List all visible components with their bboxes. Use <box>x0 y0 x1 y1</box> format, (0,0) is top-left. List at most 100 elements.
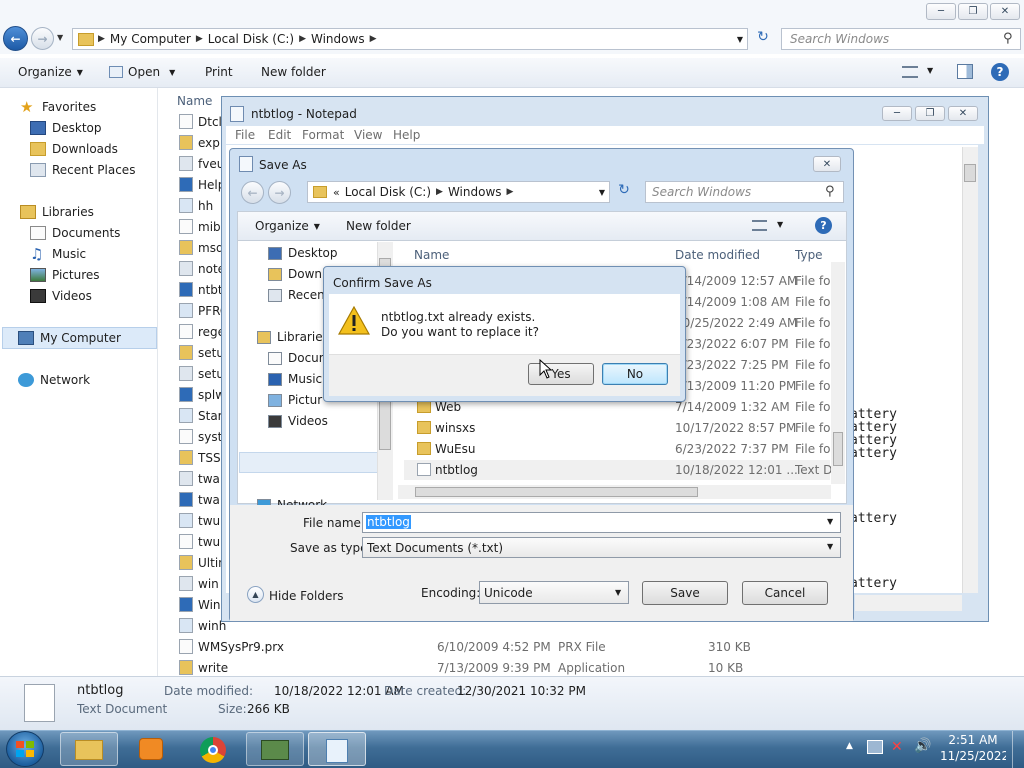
show-hidden-icons-icon[interactable]: ▲ <box>846 741 853 751</box>
sa-organize-button[interactable]: Organize ▼ <box>255 219 320 233</box>
show-desktop-button[interactable] <box>1012 731 1024 768</box>
sa-address-dropdown-icon[interactable]: ▼ <box>599 188 605 197</box>
menu-file[interactable]: File <box>235 128 255 142</box>
help-icon[interactable]: ? <box>991 63 1009 81</box>
sa-back-button[interactable]: ← <box>241 181 264 204</box>
notepad-horizontal-scrollbar[interactable] <box>855 595 962 611</box>
sa-list-scroll-thumb[interactable] <box>833 432 843 466</box>
sa-new-folder-label: New folder <box>346 219 411 233</box>
hide-folders-chevron-icon[interactable]: ▲ <box>247 586 264 603</box>
breadcrumb-windows[interactable]: Windows <box>306 32 370 46</box>
tree-item[interactable]: Videos <box>268 411 328 431</box>
nav-videos-label: Videos <box>52 289 92 303</box>
breadcrumb-my-computer[interactable]: My Computer <box>105 32 196 46</box>
close-button[interactable]: ✕ <box>990 3 1020 20</box>
tree-item[interactable]: Pictur <box>268 390 322 410</box>
tree-item[interactable]: Docum <box>268 348 330 368</box>
print-button[interactable]: Print <box>205 65 233 79</box>
sa-search-input[interactable]: Search Windows <box>645 181 844 203</box>
save-as-close-button[interactable]: ✕ <box>813 156 841 172</box>
tree-item[interactable]: Desktop <box>268 243 338 263</box>
sa-views-dropdown-icon[interactable]: ▼ <box>777 220 783 229</box>
notepad-scroll-thumb[interactable] <box>964 164 976 182</box>
encoding-dropdown-icon[interactable]: ▼ <box>615 588 621 597</box>
restore-button[interactable]: ❐ <box>958 3 988 20</box>
start-button[interactable] <box>6 731 44 767</box>
taskbar-media-player-button[interactable] <box>122 732 180 766</box>
notepad-vertical-scrollbar[interactable] <box>962 147 978 593</box>
refresh-icon[interactable]: ↻ <box>753 29 773 49</box>
views-dropdown-icon[interactable]: ▼ <box>927 66 933 75</box>
organize-button[interactable]: Organize ▼ <box>18 65 83 79</box>
minimize-button[interactable]: ─ <box>926 3 956 20</box>
search-icon[interactable]: ⚲ <box>1003 31 1013 46</box>
yes-button[interactable]: Yes <box>528 363 594 385</box>
nav-my-computer[interactable]: My Computer <box>18 328 176 348</box>
sa-column-type[interactable]: Type <box>795 248 823 262</box>
nav-network[interactable]: Network <box>18 370 176 390</box>
menu-format[interactable]: Format <box>302 128 344 142</box>
tree-item[interactable]: Downl <box>268 264 325 284</box>
sa-column-date-modified[interactable]: Date modified <box>675 248 760 262</box>
menu-help[interactable]: Help <box>393 128 420 142</box>
no-button[interactable]: No <box>602 363 668 385</box>
tree-item[interactable]: Libraries <box>257 327 329 347</box>
tree-item[interactable]: Music <box>268 369 322 389</box>
volume-icon[interactable]: 🔊 <box>914 738 931 754</box>
tree-item[interactable]: Recen <box>268 285 325 305</box>
column-header-name[interactable]: Name <box>177 94 212 108</box>
network-tray-icon[interactable] <box>867 740 883 754</box>
save-as-type-dropdown-icon[interactable]: ▼ <box>827 542 833 551</box>
sa-address-bar[interactable]: « Local Disk (C:) ▶ Windows ▶ ▼ <box>307 181 610 203</box>
recent-pages-icon[interactable]: ▼ <box>57 33 63 42</box>
sa-views-icon[interactable] <box>752 220 767 231</box>
notepad-minimize-button[interactable]: ─ <box>882 106 912 121</box>
clock-time[interactable]: 2:51 AM <box>948 733 998 747</box>
open-button[interactable]: Open ▼ <box>109 65 175 79</box>
new-folder-button[interactable]: New folder <box>261 65 326 79</box>
taskbar-monitor-button[interactable] <box>246 732 304 766</box>
nav-favorites[interactable]: ★ Favorites <box>20 97 178 117</box>
breadcrumb-local-disk[interactable]: Local Disk (C:) <box>203 32 299 46</box>
details-file-name: ntbtlog <box>77 683 124 698</box>
sa-new-folder-button[interactable]: New folder <box>346 219 411 233</box>
sa-help-icon[interactable]: ? <box>815 217 832 234</box>
forward-button[interactable]: → <box>31 27 54 50</box>
notepad-maximize-button[interactable]: ❐ <box>915 106 945 121</box>
confirm-message-line1: ntbtlog.txt already exists. <box>381 310 536 324</box>
address-bar[interactable]: ▶ My Computer ▶ Local Disk (C:) ▶ Window… <box>72 28 748 50</box>
clock-date[interactable]: 11/25/2022 <box>940 749 1006 763</box>
back-button[interactable]: ← <box>3 26 28 51</box>
file-icon <box>179 555 193 570</box>
sa-column-name[interactable]: Name <box>414 248 449 262</box>
taskbar-chrome-button[interactable] <box>184 732 242 766</box>
chevron-right-icon: ▶ <box>195 34 203 44</box>
nav-libraries[interactable]: Libraries <box>20 202 178 222</box>
notepad-close-button[interactable]: ✕ <box>948 106 978 121</box>
file-row[interactable]: write 7/13/2009 9:39 PM Application 10 KB <box>172 658 872 678</box>
menu-view[interactable]: View <box>354 128 382 142</box>
preview-pane-icon[interactable] <box>957 64 973 79</box>
chevron-down-icon: ▼ <box>76 67 83 77</box>
search-input[interactable]: Search Windows <box>781 28 1021 50</box>
sa-search-icon[interactable]: ⚲ <box>825 184 835 199</box>
sa-forward-button[interactable]: → <box>268 181 291 204</box>
sa-row-date: 10/17/2022 8:57 PM <box>675 421 797 435</box>
file-row[interactable]: WMSysPr9.prx 6/10/2009 4:52 PM PRX File 310… <box>172 637 872 657</box>
taskbar-notepad-button[interactable] <box>308 732 366 766</box>
views-icon[interactable] <box>902 66 918 78</box>
save-button[interactable]: Save <box>642 581 728 605</box>
address-dropdown-icon[interactable]: ▼ <box>737 35 743 44</box>
menu-edit[interactable]: Edit <box>268 128 291 142</box>
nav-network-label: Network <box>40 373 91 387</box>
sa-breadcrumb-local-disk[interactable]: Local Disk (C:) <box>340 185 436 199</box>
action-center-icon[interactable]: ✕ <box>891 739 903 755</box>
cancel-button[interactable]: Cancel <box>742 581 828 605</box>
sa-breadcrumb-windows[interactable]: Windows <box>443 185 507 199</box>
file-name-input[interactable] <box>362 512 841 533</box>
file-name-dropdown-icon[interactable]: ▼ <box>827 517 833 526</box>
hide-folders-button[interactable]: Hide Folders <box>269 589 344 603</box>
taskbar-explorer-button[interactable] <box>60 732 118 766</box>
sa-refresh-icon[interactable]: ↻ <box>614 182 634 202</box>
sa-list-hscroll-thumb[interactable] <box>415 487 698 497</box>
